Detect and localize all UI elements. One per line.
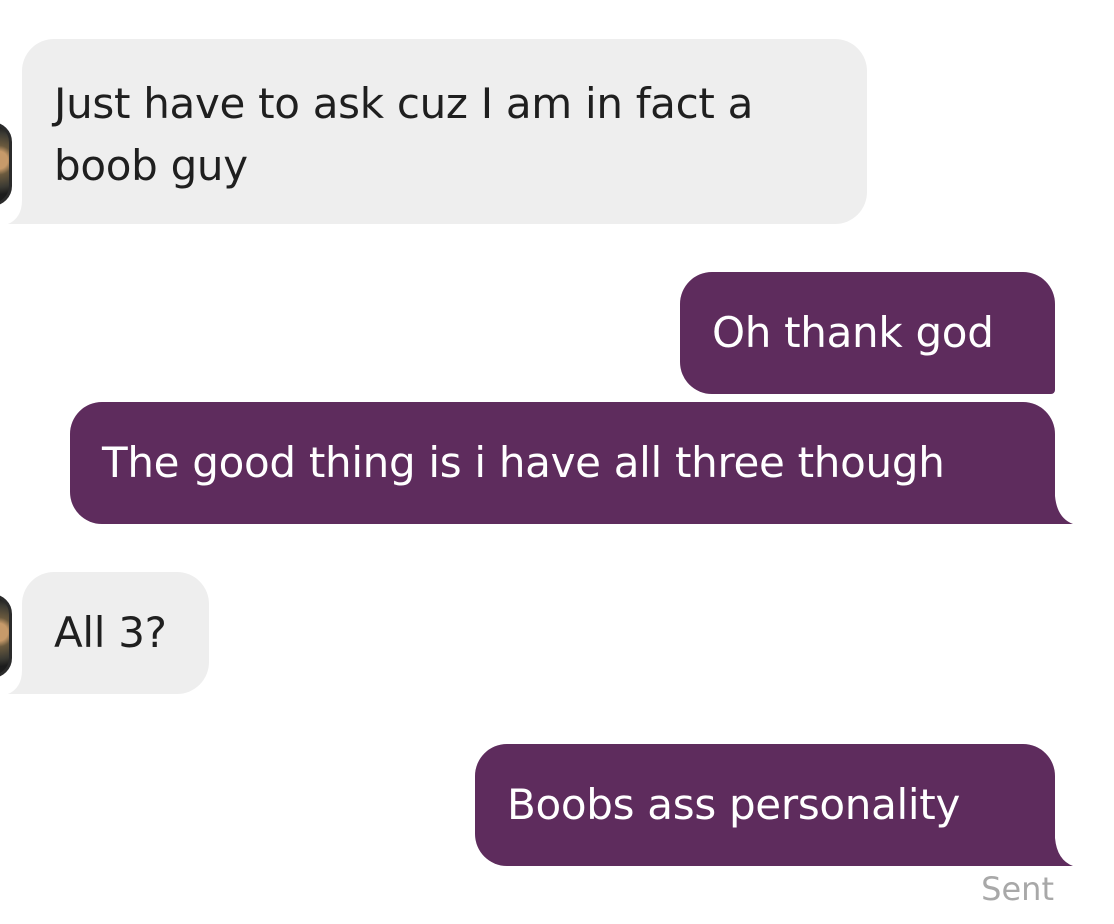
delivery-status: Sent: [981, 870, 1054, 908]
contact-avatar[interactable]: [0, 594, 12, 678]
bubble-tail: [8, 670, 32, 694]
message-received[interactable]: All 3?: [8, 572, 209, 694]
message-received[interactable]: Just have to ask cuz I am in fact a boob…: [8, 39, 867, 224]
bubble-tail: [1043, 838, 1073, 866]
contact-avatar[interactable]: [0, 122, 12, 206]
bubble-tail: [1043, 496, 1073, 524]
message-sent[interactable]: Boobs ass personality: [475, 744, 1073, 866]
message-text: All 3?: [54, 608, 167, 657]
message-sent[interactable]: Oh thank god: [680, 272, 1055, 394]
message-text: The good thing is i have all three thoug…: [102, 438, 945, 487]
message-text: Just have to ask cuz I am in fact a boob…: [54, 79, 754, 190]
message-text: Boobs ass personality: [507, 780, 961, 829]
bubble-tail: [8, 200, 32, 224]
message-sent[interactable]: The good thing is i have all three thoug…: [70, 402, 1073, 524]
message-text: Oh thank god: [712, 308, 994, 357]
